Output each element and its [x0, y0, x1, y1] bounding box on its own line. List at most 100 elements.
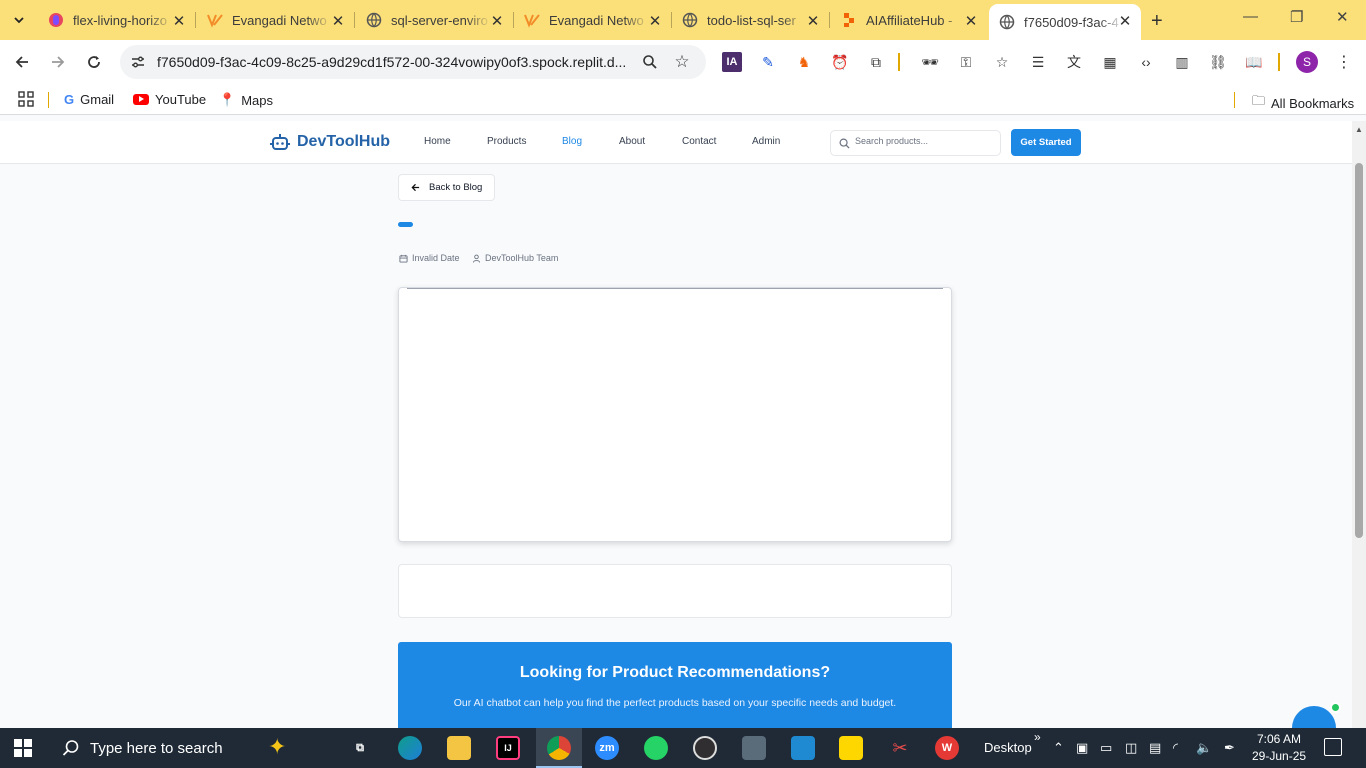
tray-app-icon[interactable]: ▣: [1076, 740, 1088, 756]
minimize-button[interactable]: —: [1243, 8, 1258, 25]
zoom-icon[interactable]: [640, 52, 660, 72]
evangadi-favicon-icon: [524, 12, 540, 28]
close-tab-icon[interactable]: ✕: [171, 12, 187, 30]
qr-code-icon[interactable]: ▦: [1100, 52, 1120, 72]
back-to-blog-button[interactable]: Back to Blog: [398, 174, 495, 201]
close-tab-icon[interactable]: ✕: [805, 12, 821, 30]
tray-badge-icon[interactable]: ▤: [1149, 740, 1161, 756]
bookmark-youtube[interactable]: YouTube: [133, 92, 206, 107]
bookmark-star-icon[interactable]: ☆: [672, 52, 692, 72]
snipping-tool-icon[interactable]: ✂: [888, 736, 912, 760]
browser-tab[interactable]: Evangadi Netwo ✕: [514, 0, 672, 40]
arrow-right-icon: [52, 56, 65, 68]
nav-about[interactable]: About: [619, 136, 645, 147]
tab-search-button[interactable]: [6, 7, 32, 33]
windows-start-icon[interactable]: [14, 739, 32, 757]
taskbar-clock[interactable]: 7:06 AM 29-Jun-25: [1252, 731, 1306, 765]
close-tab-icon[interactable]: ✕: [647, 12, 663, 30]
edge-icon[interactable]: [398, 736, 422, 760]
pen-workspace-icon[interactable]: ✒: [1224, 740, 1235, 756]
pen-extension-icon[interactable]: ✎: [758, 52, 778, 72]
close-window-button[interactable]: ✕: [1336, 8, 1349, 26]
close-tab-icon[interactable]: ✕: [489, 12, 505, 30]
close-tab-icon[interactable]: ✕: [330, 12, 346, 30]
nav-products[interactable]: Products: [487, 136, 526, 147]
wifi-icon[interactable]: ◜: [1173, 740, 1178, 756]
address-bar[interactable]: f7650d09-f3ac-4c09-8c25-a9d29cd1f572-00-…: [120, 45, 706, 79]
profile-avatar[interactable]: S: [1296, 51, 1318, 73]
webcam-icon[interactable]: ◫: [1125, 740, 1137, 756]
globe-favicon-icon: [682, 12, 698, 28]
all-bookmarks-folder[interactable]: 🗀 All Bookmarks: [1252, 92, 1354, 114]
sticky-notes-icon[interactable]: [839, 736, 863, 760]
link-icon[interactable]: ⛓: [1208, 52, 1228, 72]
user-icon: [472, 254, 481, 263]
new-tab-button[interactable]: +: [1151, 10, 1163, 33]
file-explorer-icon[interactable]: [447, 736, 471, 760]
arrow-left-icon: [411, 183, 420, 192]
apps-grid-icon[interactable]: [18, 91, 34, 107]
reader-list-icon[interactable]: ☰: [1028, 52, 1048, 72]
back-button[interactable]: [12, 52, 32, 72]
extension-ia-icon[interactable]: IA: [722, 52, 742, 72]
product-search-input[interactable]: [855, 136, 995, 146]
more-menu-icon[interactable]: ⋮: [1334, 52, 1354, 72]
nav-contact[interactable]: Contact: [682, 136, 716, 147]
reload-icon: [88, 56, 100, 68]
key-icon[interactable]: ⚿: [956, 52, 976, 72]
chess-extension-icon[interactable]: ♞: [794, 52, 814, 72]
calculator-icon[interactable]: [742, 736, 766, 760]
code-icon[interactable]: ‹›: [1136, 52, 1156, 72]
close-tab-icon[interactable]: ✕: [963, 12, 979, 30]
browser-tab[interactable]: AIAffiliateHub - ✕: [831, 0, 987, 40]
nav-admin[interactable]: Admin: [752, 136, 780, 147]
vscode-icon[interactable]: [791, 736, 815, 760]
show-hidden-icons-chevron[interactable]: ⌃: [1053, 740, 1064, 756]
browser-tab-strip: flex-living-horizo ✕ Evangadi Netwo ✕ sq…: [0, 0, 1366, 40]
incognito-icon[interactable]: 🕶: [920, 52, 940, 72]
browser-tab[interactable]: Evangadi Netwo ✕: [197, 0, 355, 40]
browser-tab[interactable]: flex-living-horizo ✕: [40, 0, 196, 40]
reading-mode-icon[interactable]: 📖: [1244, 52, 1264, 72]
toolbar-expand-icon[interactable]: »: [1034, 730, 1041, 744]
browser-tab-active[interactable]: f7650d09-f3ac-4 ✕: [989, 4, 1141, 40]
page-viewport: DevToolHub Home Products Blog About Cont…: [0, 121, 1366, 728]
volume-icon[interactable]: 🔈: [1196, 740, 1212, 756]
zoom-app-icon[interactable]: zm: [595, 736, 619, 760]
chrome-icon[interactable]: [547, 736, 571, 760]
product-search-box[interactable]: [830, 130, 1001, 156]
nav-blog[interactable]: Blog: [562, 136, 582, 147]
alarm-extension-icon[interactable]: ⏰: [830, 52, 850, 72]
task-view-icon[interactable]: ⧉: [348, 736, 372, 760]
brand-logo[interactable]: DevToolHub: [270, 132, 390, 152]
intellij-icon[interactable]: IJ: [496, 736, 520, 760]
battery-icon[interactable]: ▭: [1100, 740, 1112, 756]
obs-icon[interactable]: [693, 736, 717, 760]
post-author: DevToolHub Team: [472, 253, 558, 263]
scroll-up-icon[interactable]: ▲: [1355, 125, 1363, 134]
notification-center-icon[interactable]: [1324, 738, 1342, 756]
page-scrollbar[interactable]: ▲: [1352, 121, 1366, 728]
forward-button[interactable]: [48, 52, 68, 72]
restore-button[interactable]: ❐: [1290, 8, 1303, 26]
browser-tab[interactable]: todo-list-sql-ser ✕: [672, 0, 830, 40]
wps-office-icon[interactable]: W: [935, 736, 959, 760]
star-extension-icon[interactable]: ☆: [992, 52, 1012, 72]
browser-tab[interactable]: sql-server-enviro ✕: [356, 0, 514, 40]
close-tab-icon[interactable]: ✕: [1117, 12, 1133, 30]
nav-home[interactable]: Home: [424, 136, 451, 147]
reload-button[interactable]: [84, 52, 104, 72]
desktop-toolbar-label[interactable]: Desktop: [984, 740, 1032, 755]
scrollbar-thumb[interactable]: [1355, 163, 1363, 538]
bookmark-maps[interactable]: 📍 Maps: [219, 92, 273, 108]
brand-name: DevToolHub: [297, 133, 391, 150]
search-icon: [839, 138, 850, 149]
taskbar-search[interactable]: Type here to search ✦: [50, 728, 342, 768]
bookmark-gmail[interactable]: G Gmail: [64, 92, 114, 107]
site-info-icon[interactable]: [128, 52, 148, 72]
get-started-button[interactable]: Get Started: [1011, 129, 1081, 156]
layout-icon[interactable]: ▥: [1172, 52, 1192, 72]
translate-icon[interactable]: 文: [1064, 52, 1084, 72]
puzzle-extension-icon[interactable]: ⧉: [866, 52, 886, 72]
whatsapp-icon[interactable]: [644, 736, 668, 760]
